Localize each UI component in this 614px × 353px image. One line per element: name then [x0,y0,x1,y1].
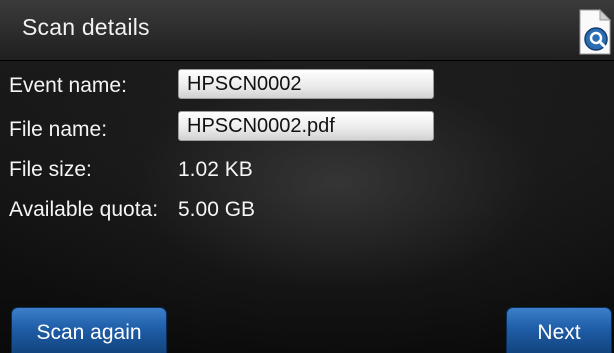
file-size-value: 1.02 KB [178,158,253,181]
file-name-label: File name: [9,118,108,141]
available-quota-value: 5.00 GB [178,198,256,221]
event-name-label: Event name: [9,74,127,97]
file-size-label: File size: [9,158,92,181]
available-quota-label: Available quota: [9,198,159,221]
title-bar: Scan details [0,0,614,61]
scan-again-button[interactable]: Scan again [11,307,167,353]
page-title: Scan details [22,14,150,40]
scan-details-screen: Scan details Event name: HPSCN0002 File … [0,0,614,353]
next-button[interactable]: Next [506,307,612,353]
event-name-field[interactable]: HPSCN0002 [178,69,434,99]
file-name-field[interactable]: HPSCN0002.pdf [178,111,434,141]
help-button[interactable] [574,6,614,56]
help-search-icon [579,8,612,55]
